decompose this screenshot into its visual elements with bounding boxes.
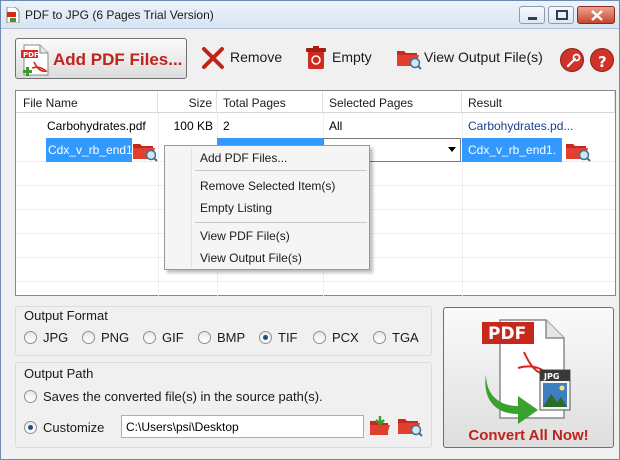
chevron-down-icon <box>448 147 456 152</box>
folder-search-icon[interactable] <box>565 140 591 162</box>
cell-result[interactable]: Cdx_v_rb_end1. <box>462 138 562 162</box>
remove-label: Remove <box>230 49 283 65</box>
radio-tif-label[interactable]: TIF <box>278 330 298 345</box>
radio-pcx-label[interactable]: PCX <box>332 330 359 345</box>
view-output-files-label: View Output File(s) <box>424 49 543 65</box>
add-pdf-icon: PDF <box>21 44 49 76</box>
recycle-bin-icon <box>306 46 326 69</box>
jpg-icon-text: JPG <box>543 372 559 381</box>
radio-source-path-label[interactable]: Saves the converted file(s) in the sourc… <box>43 389 323 404</box>
radio-png[interactable] <box>82 331 95 344</box>
convert-all-now-label: Convert All Now! <box>468 427 589 444</box>
folder-arrow-down-icon[interactable] <box>369 415 391 437</box>
output-format-title: Output Format <box>24 308 108 323</box>
pdf-icon-text: PDF <box>488 324 526 344</box>
context-menu: Add PDF Files... Remove Selected Item(s)… <box>164 145 370 270</box>
maximize-icon <box>556 10 568 20</box>
menu-item-empty-listing[interactable]: Empty Listing <box>200 201 272 215</box>
remove-x-icon <box>202 47 224 69</box>
svg-text:PDF: PDF <box>23 51 39 59</box>
pdf-to-jpg-icon: PDF JPG <box>482 319 571 424</box>
convert-all-now-button[interactable]: PDF JPG Convert All Now! <box>443 307 614 448</box>
help-button[interactable]: ? <box>590 48 614 72</box>
maximize-button[interactable] <box>548 6 574 24</box>
table-row[interactable]: Carbohydrates.pdf 100 KB 2 All Carbohydr… <box>16 114 615 138</box>
grid-row-line <box>16 281 615 282</box>
menu-item-view-output-files[interactable]: View Output File(s) <box>200 251 302 265</box>
radio-tga-label[interactable]: TGA <box>392 330 419 345</box>
app-window: PDF to JPG (6 Pages Trial Version) PDF A… <box>0 0 620 460</box>
column-total-pages[interactable]: Total Pages <box>217 91 323 113</box>
column-result[interactable]: Result <box>462 91 615 113</box>
folder-search-icon <box>397 51 422 70</box>
output-path-title: Output Path <box>24 366 94 381</box>
radio-bmp[interactable] <box>198 331 211 344</box>
menu-item-remove-selected[interactable]: Remove Selected Item(s) <box>200 179 335 193</box>
column-file-name[interactable]: File Name <box>16 91 158 113</box>
add-pdf-files-label: Add PDF Files... <box>53 50 183 69</box>
radio-gif-label[interactable]: GIF <box>162 330 184 345</box>
cell-file-name: Carbohydrates.pdf <box>47 119 146 133</box>
empty-button[interactable]: Empty <box>305 46 375 70</box>
radio-customize-label[interactable]: Customize <box>43 420 104 435</box>
cell-total-pages: 2 <box>223 119 230 133</box>
radio-source-path[interactable] <box>24 390 37 403</box>
view-output-files-button[interactable]: View Output File(s) <box>396 46 543 70</box>
menu-separator <box>195 170 367 171</box>
minimize-button[interactable] <box>519 6 545 24</box>
remove-button[interactable]: Remove <box>201 46 285 70</box>
radio-tif[interactable] <box>259 331 272 344</box>
minimize-icon <box>528 17 537 20</box>
folder-search-icon[interactable] <box>132 140 158 162</box>
menu-separator <box>195 222 367 223</box>
radio-customize[interactable] <box>24 421 37 434</box>
app-pdf-icon <box>6 7 20 23</box>
cell-size: 100 KB <box>173 119 213 133</box>
toolbar: PDF Add PDF Files... Remove Empty View O… <box>1 29 619 87</box>
folder-search-icon[interactable] <box>397 415 423 437</box>
close-button[interactable] <box>577 6 615 24</box>
radio-png-label[interactable]: PNG <box>101 330 129 345</box>
column-selected-pages[interactable]: Selected Pages <box>323 91 462 113</box>
radio-pcx[interactable] <box>313 331 326 344</box>
menu-item-add-pdf-files[interactable]: Add PDF Files... <box>200 151 287 165</box>
radio-jpg-label[interactable]: JPG <box>43 330 68 345</box>
radio-bmp-label[interactable]: BMP <box>217 330 245 345</box>
window-title: PDF to JPG (6 Pages Trial Version) <box>25 8 214 22</box>
radio-tga[interactable] <box>373 331 386 344</box>
output-path-input[interactable]: C:\Users\psi\Desktop <box>121 415 364 438</box>
cell-file-name: Cdx_v_rb_end1 <box>46 138 132 162</box>
cell-selected-pages[interactable]: All <box>329 114 459 138</box>
title-bar: PDF to JPG (6 Pages Trial Version) <box>1 1 619 29</box>
help-question-icon: ? <box>598 53 607 71</box>
wrench-icon <box>566 53 581 68</box>
svg-text:?: ? <box>598 53 607 71</box>
column-size[interactable]: Size <box>158 91 217 113</box>
radio-gif[interactable] <box>143 331 156 344</box>
add-pdf-files-button[interactable]: PDF Add PDF Files... <box>15 38 187 79</box>
empty-label: Empty <box>332 49 372 65</box>
context-menu-gutter <box>191 148 192 268</box>
radio-jpg[interactable] <box>24 331 37 344</box>
menu-item-view-pdf-files[interactable]: View PDF File(s) <box>200 229 290 243</box>
cell-result-link[interactable]: Carbohydrates.pd... <box>468 114 613 138</box>
settings-button[interactable] <box>560 48 584 72</box>
close-icon <box>591 10 603 21</box>
file-list-header: File Name Size Total Pages Selected Page… <box>16 91 615 113</box>
